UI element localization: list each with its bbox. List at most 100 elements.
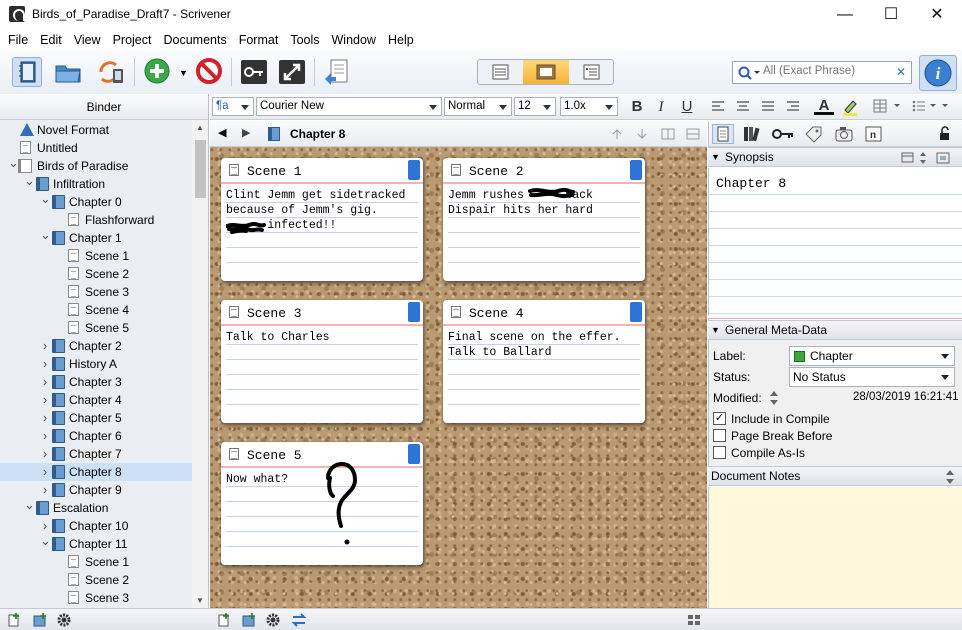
binder-item[interactable]: › Chapter 2 <box>0 337 192 355</box>
binder-item[interactable]: Scene 1 <box>0 247 192 265</box>
font-weight-select[interactable]: Normal <box>444 97 512 116</box>
binder-item[interactable]: Novel Format <box>0 121 192 139</box>
card-synopsis[interactable]: Final scene on the effer. Talk to Ballar… <box>448 330 640 418</box>
sync-button[interactable] <box>95 57 125 87</box>
search-clear-icon[interactable]: ✕ <box>896 65 906 79</box>
font-select[interactable]: Courier New <box>256 97 442 116</box>
binder-item[interactable]: › Chapter 8 <box>0 463 192 481</box>
collections-button[interactable] <box>53 57 83 87</box>
chevron-right-icon[interactable]: › <box>40 373 50 390</box>
binder-item[interactable]: Untitled <box>0 139 192 157</box>
highlighter-icon[interactable] <box>840 97 860 117</box>
compile-button[interactable] <box>322 57 352 87</box>
status-select[interactable]: No Status <box>789 367 955 387</box>
tab-references[interactable] <box>741 124 763 144</box>
binder-item[interactable]: Flashforward <box>0 211 192 229</box>
tab-notes[interactable] <box>712 124 734 144</box>
binder-item[interactable]: ⌄ Infiltration <box>0 174 192 193</box>
index-card[interactable]: Scene 2 Jemm rushes back Dispair hits he… <box>443 158 645 281</box>
chevron-down-icon[interactable]: ⌄ <box>8 156 19 169</box>
binder-item[interactable]: › History A <box>0 355 192 373</box>
card-synopsis[interactable]: Jemm rushes back Dispair hits her hard <box>448 187 640 276</box>
line-spacing-select[interactable]: 1.0x <box>560 97 618 116</box>
trash-button[interactable] <box>194 57 224 87</box>
chevron-right-icon[interactable]: › <box>40 355 50 372</box>
search-field[interactable]: ✕ <box>732 61 912 84</box>
grid-view-icon[interactable] <box>686 612 702 628</box>
add-dropdown-icon[interactable]: ▼ <box>179 68 188 78</box>
search-input[interactable] <box>763 65 893 77</box>
chevron-right-icon[interactable]: › <box>40 463 50 480</box>
label-select[interactable]: Chapter <box>789 346 955 366</box>
card-synopsis[interactable]: Now what? <box>226 461 418 560</box>
tab-custom-metadata[interactable] <box>803 124 825 144</box>
chevron-down-icon[interactable]: ⌄ <box>24 498 35 511</box>
index-card[interactable]: Scene 4 Final scene on the effer. Talk t… <box>443 300 645 423</box>
card-title[interactable]: Scene 4 <box>469 306 524 321</box>
add-document-icon[interactable] <box>216 612 232 628</box>
header-controls[interactable] <box>610 126 705 142</box>
binder-item[interactable]: Scene 5 <box>0 319 192 337</box>
card-title[interactable]: Scene 2 <box>469 164 524 179</box>
menu-format[interactable]: Format <box>233 30 285 50</box>
collapse-triangle-icon[interactable]: ▼ <box>711 321 720 339</box>
binder-item[interactable]: ⌄ Chapter 0 <box>0 192 192 211</box>
document-notes-area[interactable] <box>708 487 962 608</box>
binder-item[interactable]: › Chapter 4 <box>0 391 192 409</box>
swap-arrows-icon[interactable] <box>291 612 307 628</box>
gear-icon[interactable] <box>265 612 281 628</box>
binder-item[interactable]: › Chapter 3 <box>0 373 192 391</box>
menu-tools[interactable]: Tools <box>284 30 325 50</box>
card-synopsis[interactable]: Clint Jemm get sidetracked because of Je… <box>226 188 418 276</box>
card-title[interactable]: Scene 5 <box>247 448 302 463</box>
menu-file[interactable]: File <box>2 30 34 50</box>
scroll-up-icon[interactable]: ▲ <box>196 123 204 132</box>
text-color-button[interactable]: A <box>814 97 834 115</box>
binder-item[interactable]: Scene 2 <box>0 265 192 283</box>
add-folder-icon[interactable] <box>241 612 257 628</box>
chevron-right-icon[interactable]: › <box>40 481 50 498</box>
binder-item[interactable]: Scene 3 <box>0 283 192 301</box>
notes-header[interactable]: Document Notes <box>708 466 962 486</box>
binder-item[interactable]: Scene 1 <box>0 553 192 571</box>
binder-item[interactable]: › Chapter 10 <box>0 517 192 535</box>
binder-item[interactable]: › Chapter 7 <box>0 445 192 463</box>
index-card[interactable]: Scene 1 Clint Jemm get sidetracked becau… <box>221 158 423 281</box>
menu-view[interactable]: View <box>68 30 107 50</box>
chevron-right-icon[interactable]: › <box>40 409 50 426</box>
outliner-view-button[interactable] <box>569 60 613 84</box>
chevron-down-icon[interactable]: ⌄ <box>40 192 51 205</box>
menu-window[interactable]: Window <box>326 30 382 50</box>
lock-icon[interactable] <box>937 126 953 145</box>
card-title[interactable]: Scene 1 <box>247 164 302 179</box>
font-size-select[interactable]: 12 <box>514 97 556 116</box>
menu-project[interactable]: Project <box>107 30 158 50</box>
keywords-button[interactable] <box>239 57 269 87</box>
chevron-right-icon[interactable]: › <box>40 517 50 534</box>
corkboard-view-button[interactable] <box>523 60 569 84</box>
alignment-icons[interactable] <box>710 99 800 115</box>
scrivenings-view-button[interactable] <box>478 60 523 84</box>
page-break-checkbox[interactable] <box>713 429 726 442</box>
back-arrow-icon[interactable]: ◀ <box>218 126 226 139</box>
add-document-button[interactable] <box>143 57 173 87</box>
compile-as-is-checkbox[interactable] <box>713 446 726 459</box>
chevron-down-icon[interactable]: ⌄ <box>40 228 51 241</box>
full-screen-button[interactable] <box>277 57 307 87</box>
binder-item[interactable]: ⌄ Chapter 11 <box>0 534 192 553</box>
menu-documents[interactable]: Documents <box>157 30 232 50</box>
chevron-right-icon[interactable]: › <box>40 445 50 462</box>
sort-arrows-icon[interactable] <box>769 390 779 406</box>
binder-scroll-thumb[interactable] <box>195 140 206 198</box>
bold-button[interactable]: B <box>627 97 647 117</box>
add-document-icon[interactable] <box>6 612 22 628</box>
collapse-triangle-icon[interactable]: ▼ <box>711 148 720 166</box>
synopsis-text[interactable]: Chapter 8 <box>716 176 786 191</box>
underline-button[interactable]: U <box>677 97 697 117</box>
menu-edit[interactable]: Edit <box>34 30 68 50</box>
chevron-down-icon[interactable]: ⌄ <box>24 174 35 187</box>
include-compile-checkbox[interactable]: ✓ <box>713 412 726 425</box>
card-title[interactable]: Scene 3 <box>247 306 302 321</box>
synopsis-controls-icon[interactable] <box>900 150 960 166</box>
binder-item[interactable]: ⌄ Escalation <box>0 498 192 517</box>
